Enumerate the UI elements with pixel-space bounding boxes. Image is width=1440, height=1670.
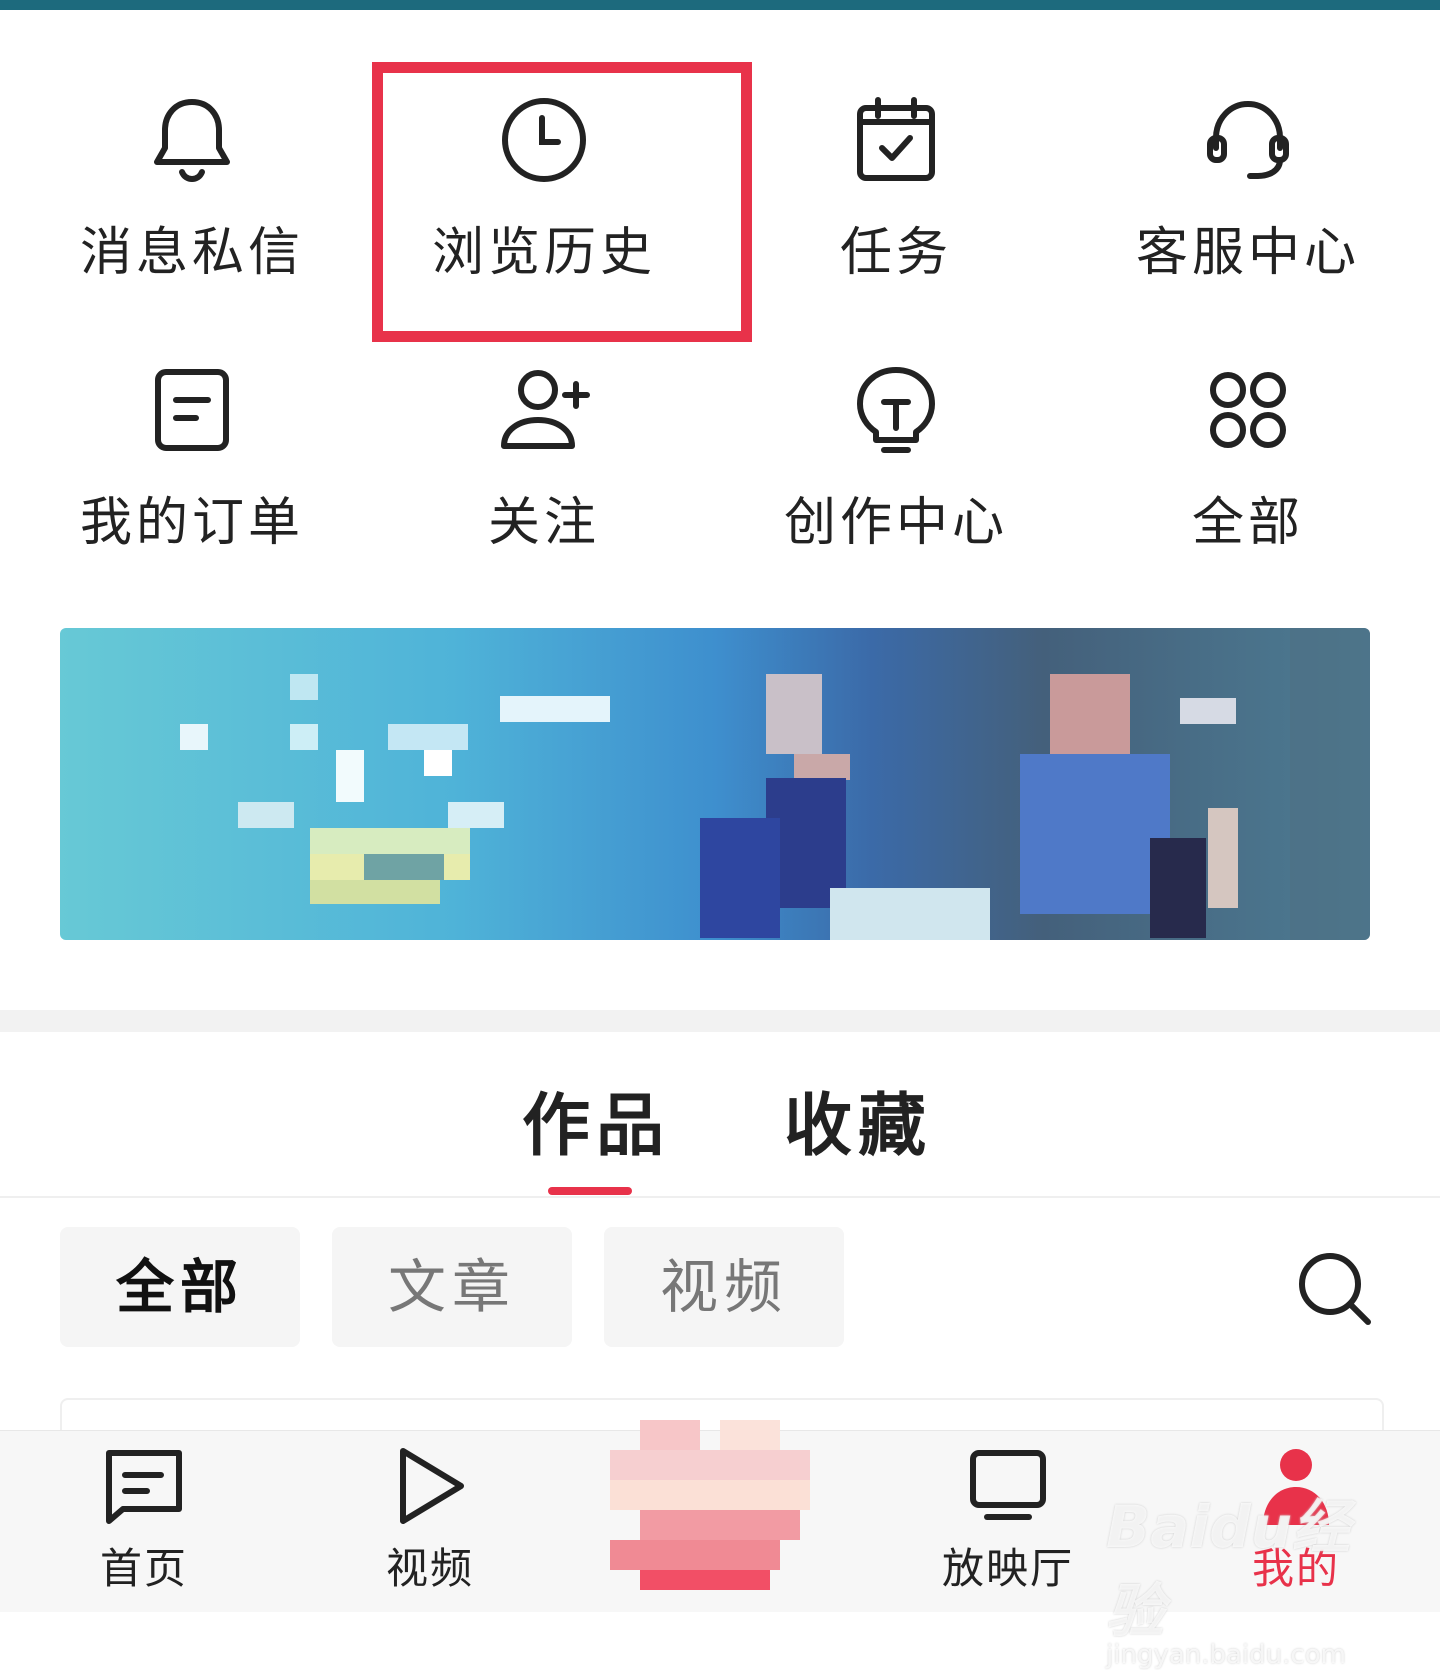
quick-action-label: 创作中心 [783,493,1008,553]
nav-label: 视频 [385,1544,474,1593]
quick-action-label: 我的订单 [79,493,304,553]
bell-icon [144,92,240,188]
nav-home[interactable]: 首页 [44,1445,244,1605]
quick-action-creator-center[interactable]: 创作中心 [746,362,1046,602]
nav-video[interactable]: 视频 [330,1445,530,1605]
quick-action-label: 关注 [487,493,600,553]
grid-icon [1200,362,1296,458]
tab-favorites[interactable]: 收藏 [784,1070,932,1169]
tab-separator [0,1196,1440,1198]
tab-works[interactable]: 作品 [522,1070,670,1169]
active-tab-indicator [548,1187,632,1195]
promo-banner[interactable] [60,628,1370,940]
home-icon [106,1450,182,1524]
user-plus-icon [496,362,592,458]
search-icon[interactable] [1296,1250,1376,1330]
play-icon [400,1448,464,1524]
section-divider [0,1010,1440,1032]
calendar-check-icon [848,92,944,188]
quick-action-all[interactable]: 全部 [1098,362,1398,602]
tv-icon [970,1450,1046,1520]
order-icon [144,362,240,458]
create-button[interactable] [610,1420,830,1590]
quick-action-support[interactable]: 客服中心 [1098,92,1398,332]
quick-action-tasks[interactable]: 任务 [746,92,1046,332]
highlight-box [372,62,752,342]
quick-action-label: 消息私信 [79,223,304,283]
filter-videos[interactable]: 视频 [604,1227,844,1347]
quick-action-follow[interactable]: 关注 [394,362,694,602]
quick-action-label: 客服中心 [1135,223,1360,283]
status-strip [0,0,1440,10]
quick-action-messages[interactable]: 消息私信 [42,92,342,332]
filter-articles[interactable]: 文章 [332,1227,572,1347]
headset-icon [1200,92,1296,188]
quick-action-label: 全部 [1191,493,1304,553]
nav-label: 放映厅 [941,1544,1074,1593]
filter-all[interactable]: 全部 [60,1227,300,1347]
quick-action-orders[interactable]: 我的订单 [42,362,342,602]
nav-theater[interactable]: 放映厅 [908,1445,1108,1605]
lightbulb-icon [848,362,944,458]
quick-action-label: 任务 [839,223,952,283]
nav-label: 首页 [99,1544,188,1593]
watermark: Baidu经验 jingyan.baidu.com [1106,1493,1351,1670]
